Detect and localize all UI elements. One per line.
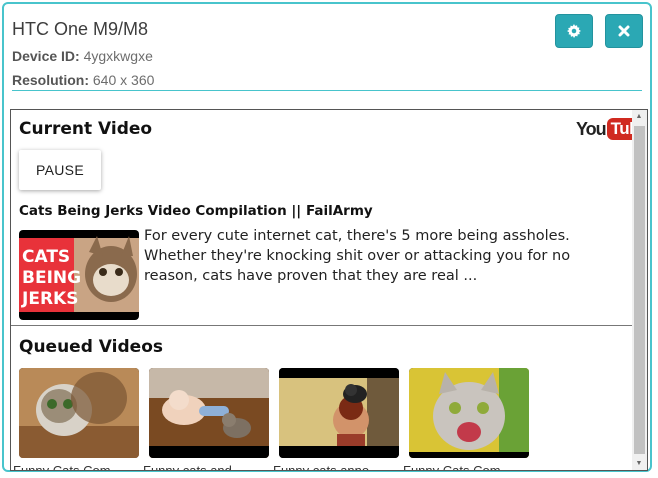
device-title: HTC One M9/M8 xyxy=(12,19,149,39)
thumb-text-1: CATS xyxy=(22,247,70,267)
queued-video-label: Funny cats anno xyxy=(273,463,370,471)
queued-video-item[interactable]: Funny cats and xyxy=(143,368,269,470)
queued-video-label: Funny Cats Com xyxy=(403,463,501,471)
resolution-label: Resolution: xyxy=(12,72,89,88)
current-video-title: Cats Being Jerks Video Compilation || Fa… xyxy=(19,203,373,219)
device-id-label: Device ID: xyxy=(12,48,80,64)
settings-button[interactable] xyxy=(555,14,593,48)
queued-video-label: Funny Cats Com xyxy=(13,463,111,471)
cat-on-head-image xyxy=(279,368,399,458)
device-id: Device ID: 4ygxkwgxe xyxy=(12,48,153,64)
header-divider xyxy=(12,90,642,91)
scrollbar-thumb[interactable] xyxy=(634,126,645,454)
video-panel: Current Video You Tube PAUSE Cats Being … xyxy=(10,109,648,471)
queued-video-thumbnail[interactable] xyxy=(409,368,529,458)
youtube-logo-you: You xyxy=(576,118,607,139)
scroll-up-arrow-icon[interactable]: ▲ xyxy=(634,113,644,120)
close-icon xyxy=(618,25,630,37)
queued-video-item[interactable]: Funny cats anno xyxy=(273,368,399,470)
current-video-thumbnail[interactable]: CATS BEING JERKS xyxy=(19,230,139,320)
scroll-down-arrow-icon[interactable]: ▼ xyxy=(634,460,644,467)
cat-in-box-image xyxy=(19,368,139,458)
pause-button[interactable]: PAUSE xyxy=(19,150,101,190)
queued-video-thumbnail[interactable] xyxy=(19,368,139,458)
queued-video-item[interactable]: Funny Cats Com xyxy=(13,368,139,470)
queued-video-thumbnail[interactable] xyxy=(149,368,269,458)
device-resolution: Resolution: 640 x 360 xyxy=(12,72,154,88)
hissing-cat-image xyxy=(409,368,529,458)
thumb-text-3: JERKS xyxy=(21,289,78,309)
device-id-value: 4ygxkwgxe xyxy=(83,48,153,64)
current-video-heading: Current Video xyxy=(19,119,153,139)
queued-video-thumbnail[interactable] xyxy=(279,368,399,458)
gear-icon xyxy=(567,24,581,38)
device-card: HTC One M9/M8 Device ID: 4ygxkwgxe Resol… xyxy=(2,2,652,472)
resolution-value: 640 x 360 xyxy=(92,72,155,88)
thumb-text-2: BEING xyxy=(22,268,81,288)
section-divider xyxy=(11,325,632,326)
cat-thumbnail-image: CATS BEING JERKS xyxy=(19,236,139,312)
queued-video-item[interactable]: Funny Cats Com xyxy=(403,368,529,470)
current-video-description: For every cute internet cat, there's 5 m… xyxy=(144,228,571,284)
scrollbar[interactable]: ▲ ▼ xyxy=(632,110,647,470)
baby-and-kitten-image xyxy=(149,368,269,458)
queued-videos-heading: Queued Videos xyxy=(19,337,163,357)
close-button[interactable] xyxy=(605,14,643,48)
queued-video-label: Funny cats and xyxy=(143,463,232,471)
